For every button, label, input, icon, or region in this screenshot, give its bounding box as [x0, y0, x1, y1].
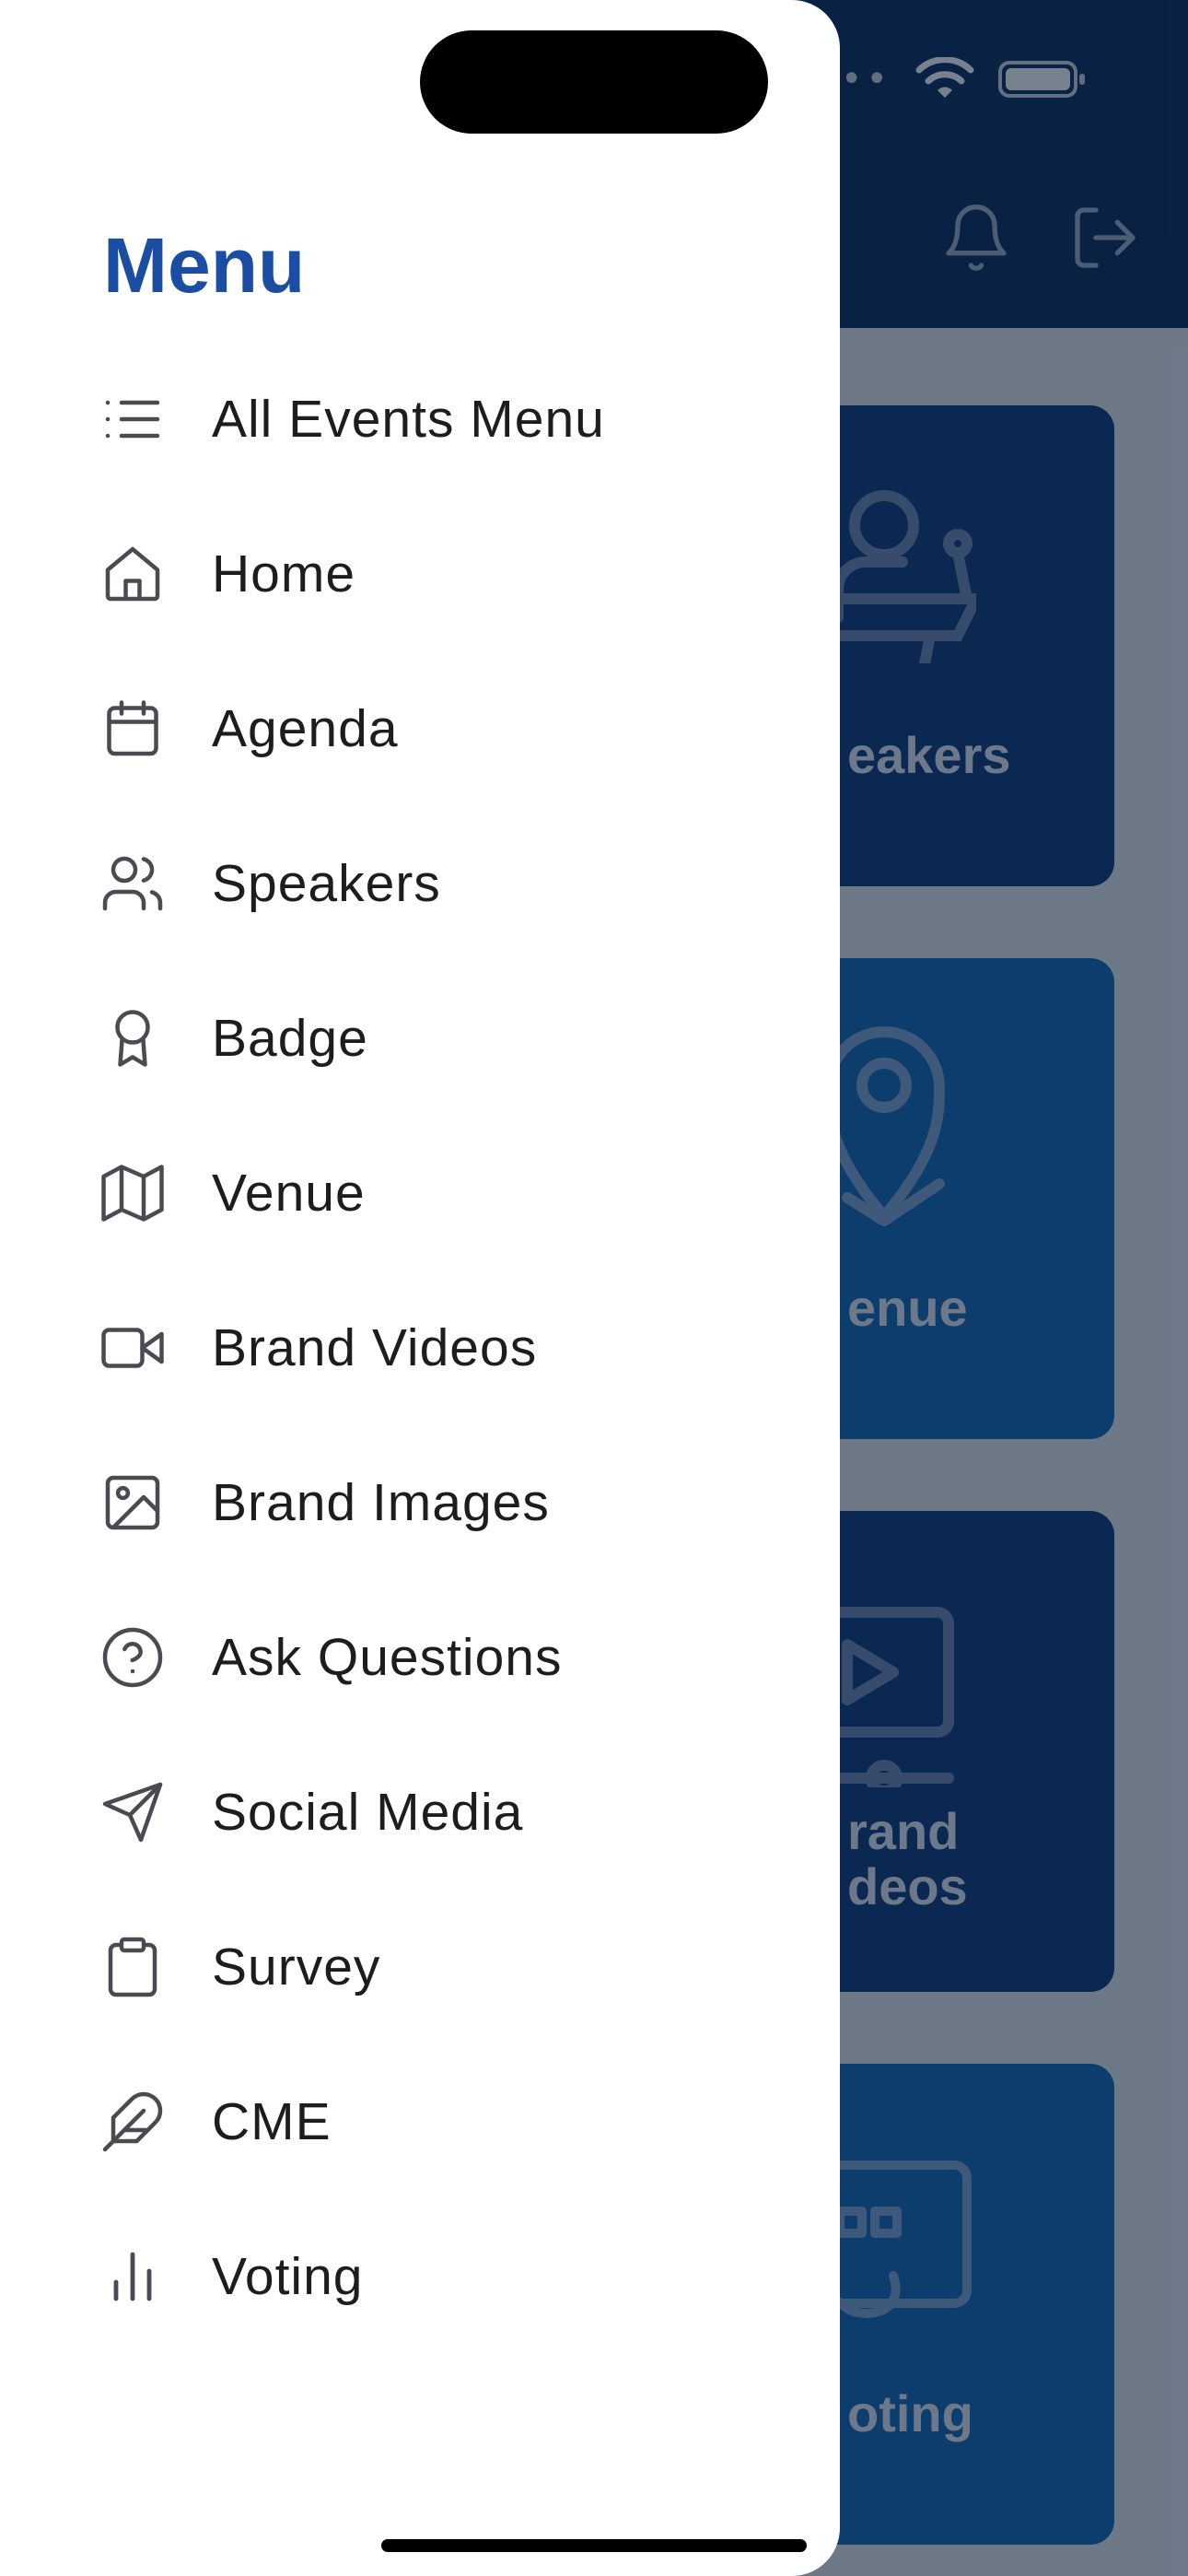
tile-label-line1: rand	[847, 1802, 960, 1860]
menu-title: Menu	[103, 222, 306, 309]
map-icon	[92, 1153, 173, 1234]
feather-icon	[92, 2081, 173, 2162]
battery-icon	[998, 61, 1085, 98]
menu-item-brand-images[interactable]: Brand Images	[92, 1447, 792, 1558]
side-drawer: Menu All Events Menu Home Agenda Speaker…	[0, 0, 840, 2576]
menu-item-label: Brand Videos	[212, 1318, 538, 1377]
menu-item-label: Home	[212, 544, 356, 603]
users-icon	[92, 843, 173, 924]
clipboard-icon	[92, 1926, 173, 2008]
video-play-icon	[820, 1607, 954, 1787]
menu-item-agenda[interactable]: Agenda	[92, 673, 792, 784]
image-icon	[92, 1462, 173, 1543]
send-icon	[92, 1772, 173, 1853]
menu-item-label: Ask Questions	[212, 1628, 563, 1687]
menu-item-label: Survey	[212, 1938, 381, 1996]
tile-venue[interactable]: enue	[810, 958, 1114, 1439]
tile-label: eakers	[847, 726, 1011, 784]
bell-icon[interactable]	[939, 201, 1013, 275]
menu-item-label: Agenda	[212, 699, 399, 758]
menu-item-venue[interactable]: Venue	[92, 1138, 792, 1248]
tile-voting[interactable]: oting	[810, 2064, 1114, 2545]
menu-item-label: All Events Menu	[212, 390, 605, 449]
menu-item-voting[interactable]: Voting	[92, 2221, 792, 2332]
menu-item-label: Brand Images	[212, 1473, 550, 1532]
menu-item-label: Social Media	[212, 1783, 524, 1842]
bar-chart-icon	[92, 2236, 173, 2317]
menu-item-home[interactable]: Home	[92, 519, 792, 629]
voting-tablet-icon	[820, 2160, 972, 2318]
menu-item-brand-videos[interactable]: Brand Videos	[92, 1293, 792, 1403]
tile-speakers[interactable]: eakers	[810, 405, 1114, 886]
menu-item-speakers[interactable]: Speakers	[92, 828, 792, 939]
menu-item-ask-questions[interactable]: Ask Questions	[92, 1602, 792, 1713]
home-icon	[92, 533, 173, 615]
dynamic-island	[420, 30, 768, 134]
tile-brand-videos[interactable]: rand deos	[810, 1511, 1114, 1992]
menu-item-label: Voting	[212, 2247, 364, 2306]
help-circle-icon	[92, 1617, 173, 1698]
menu-item-badge[interactable]: Badge	[92, 983, 792, 1094]
home-indicator[interactable]	[381, 2539, 807, 2552]
video-icon	[92, 1307, 173, 1388]
map-pin-icon	[829, 1026, 945, 1226]
calendar-icon	[92, 688, 173, 769]
menu-item-label: CME	[212, 2092, 332, 2151]
wifi-icon	[915, 57, 974, 98]
menu-item-social-media[interactable]: Social Media	[92, 1757, 792, 1868]
award-icon	[92, 998, 173, 1079]
logout-icon[interactable]	[1068, 201, 1142, 275]
menu-item-label: Venue	[212, 1164, 366, 1223]
tile-label: oting	[847, 2384, 973, 2442]
menu-item-cme[interactable]: CME	[92, 2067, 792, 2177]
tile-label-line2: deos	[847, 1857, 968, 1915]
menu-item-all-events-menu[interactable]: All Events Menu	[92, 364, 792, 474]
speaker-podium-icon	[833, 490, 976, 663]
list-icon	[92, 379, 173, 460]
menu-item-label: Speakers	[212, 854, 441, 913]
menu-item-label: Badge	[212, 1009, 368, 1068]
tile-label: enue	[847, 1279, 968, 1337]
menu-item-survey[interactable]: Survey	[92, 1912, 792, 2022]
